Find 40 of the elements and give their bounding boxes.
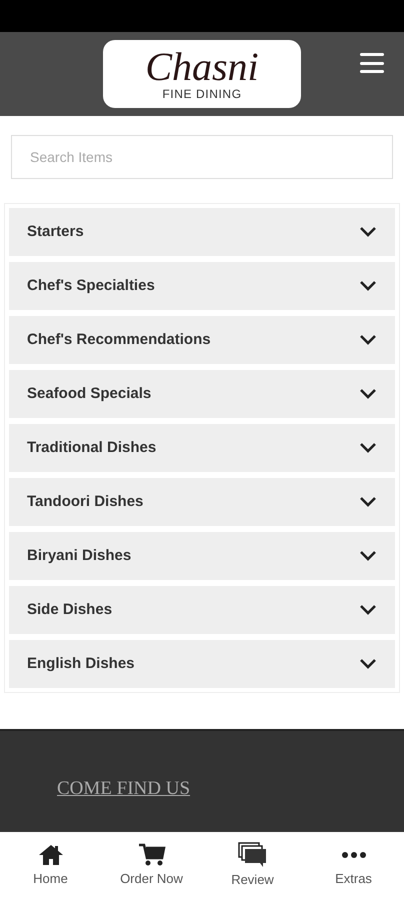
category-label: Seafood Specials bbox=[27, 384, 152, 404]
chevron-down-icon bbox=[359, 226, 377, 238]
chevron-down-icon bbox=[359, 604, 377, 616]
nav-tab[interactable]: Home bbox=[0, 832, 101, 900]
nav-tab[interactable]: Extras bbox=[303, 832, 404, 900]
category-label: Chef's Specialties bbox=[27, 276, 155, 296]
category-label: Biryani Dishes bbox=[27, 546, 132, 566]
category-row[interactable]: Biryani Dishes bbox=[9, 532, 395, 580]
chat-icon bbox=[238, 842, 268, 868]
cart-icon bbox=[138, 843, 166, 868]
category-row[interactable]: Side Dishes bbox=[9, 586, 395, 634]
nav-tab[interactable]: Order Now bbox=[101, 832, 202, 900]
chevron-down-icon bbox=[359, 280, 377, 292]
category-row[interactable]: Tandoori Dishes bbox=[9, 478, 395, 526]
chevron-down-icon bbox=[359, 658, 377, 670]
category-row[interactable]: Traditional Dishes bbox=[9, 424, 395, 472]
menu-button[interactable] bbox=[360, 52, 384, 74]
logo-title: Chasni bbox=[145, 47, 259, 87]
more-icon bbox=[340, 851, 368, 860]
category-label: Tandoori Dishes bbox=[27, 492, 144, 512]
chevron-down-icon bbox=[359, 388, 377, 400]
chevron-down-icon bbox=[359, 334, 377, 346]
chevron-down-icon bbox=[359, 496, 377, 508]
chevron-down-icon bbox=[359, 442, 377, 454]
search-field[interactable]: Search Items bbox=[11, 135, 393, 179]
category-row[interactable]: Seafood Specials bbox=[9, 370, 395, 418]
category-row[interactable]: English Dishes bbox=[9, 640, 395, 688]
category-row[interactable]: Starters bbox=[9, 208, 395, 256]
category-label: Starters bbox=[27, 222, 84, 242]
category-label: Side Dishes bbox=[27, 600, 112, 620]
category-label: Chef's Recommendations bbox=[27, 330, 211, 350]
footer-heading[interactable]: COME FIND US bbox=[57, 778, 190, 799]
home-icon bbox=[36, 843, 64, 868]
chevron-down-icon bbox=[359, 550, 377, 562]
logo-subtitle: FINE DINING bbox=[162, 87, 242, 101]
nav-tab[interactable]: Review bbox=[202, 832, 303, 900]
category-row[interactable]: Chef's Recommendations bbox=[9, 316, 395, 364]
category-row[interactable]: Chef's Specialties bbox=[9, 262, 395, 310]
category-label: Traditional Dishes bbox=[27, 438, 156, 458]
category-label: English Dishes bbox=[27, 654, 135, 674]
